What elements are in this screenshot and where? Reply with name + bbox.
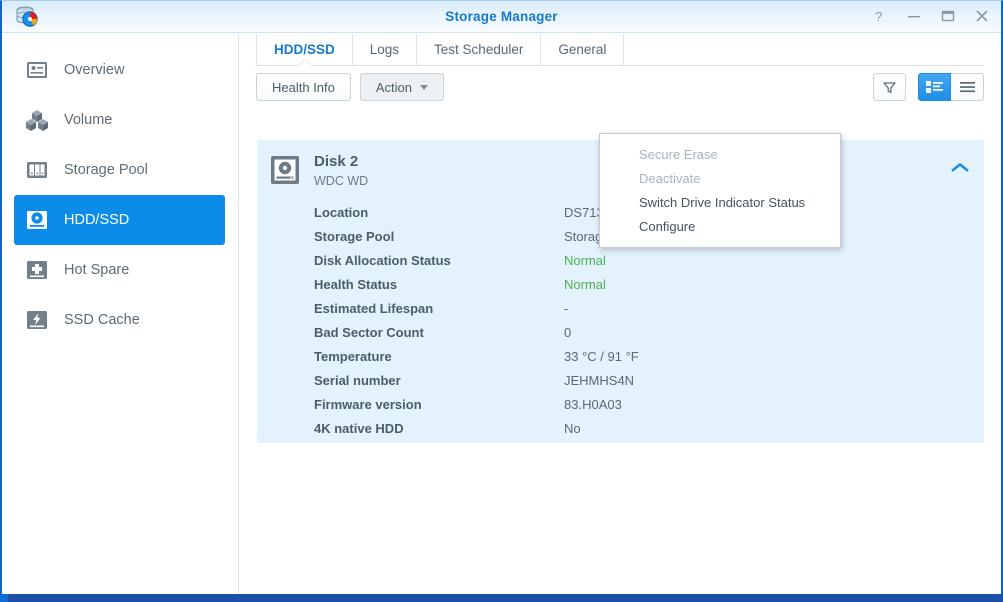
volume-icon (24, 107, 50, 133)
tab-label: Logs (369, 42, 400, 57)
hard-disk-icon (268, 153, 302, 187)
detail-label: Storage Pool (314, 228, 395, 244)
detail-row: Estimated Lifespan - (257, 296, 984, 320)
detail-row: Health Status Normal (257, 272, 984, 296)
detail-row: Temperature 33 °C / 91 °F (257, 344, 984, 368)
detail-value: Normal (564, 252, 606, 268)
action-button-label: Action (375, 79, 413, 95)
sidebar-item-label: Storage Pool (64, 162, 148, 178)
view-toggle-group (918, 73, 984, 101)
sidebar-item-label: Overview (64, 62, 125, 78)
window-titlebar: Storage Manager ? (2, 1, 1001, 33)
detail-label: Bad Sector Count (314, 324, 424, 340)
tab-logs[interactable]: Logs (353, 34, 418, 65)
sidebar: Overview Volume Storage Pool HDD/SSD Hot… (2, 34, 239, 594)
hot-spare-icon (24, 257, 50, 283)
ssd-cache-icon (24, 307, 50, 333)
action-dropdown-menu: Secure Erase Deactivate Switch Drive Ind… (599, 133, 841, 248)
sidebar-item-hot-spare[interactable]: Hot Spare (14, 245, 225, 295)
detail-value: No (564, 420, 581, 436)
detail-value: 0 (564, 324, 572, 340)
sidebar-item-label: Hot Spare (64, 262, 130, 278)
active-tab-pointer (298, 60, 312, 66)
sidebar-item-hdd-ssd[interactable]: HDD/SSD (14, 195, 225, 245)
storage-manager-window: Storage Manager ? Overview Volume Storag… (0, 0, 1003, 594)
window-title: Storage Manager (445, 9, 558, 24)
overview-icon (24, 57, 50, 83)
detail-label: 4K native HDD (314, 420, 404, 436)
menu-item-label: Switch Drive Indicator Status (639, 194, 806, 210)
detail-value: - (564, 300, 569, 316)
tab-label: HDD/SSD (274, 42, 335, 57)
detail-label: Firmware version (314, 396, 422, 412)
sidebar-item-label: SSD Cache (64, 312, 140, 328)
filter-icon[interactable] (873, 73, 906, 101)
sidebar-item-ssd-cache[interactable]: SSD Cache (14, 295, 225, 345)
svg-text:?: ? (875, 9, 882, 24)
detail-view-icon[interactable] (918, 73, 951, 101)
detail-label: Serial number (314, 372, 401, 388)
tab-label: General (558, 42, 607, 57)
menu-item-label: Secure Erase (639, 146, 718, 162)
detail-value: 33 °C / 91 °F (564, 348, 639, 364)
sidebar-item-label: HDD/SSD (64, 212, 130, 228)
window-controls: ? (873, 1, 991, 33)
detail-row: Firmware version 83.H0A03 (257, 392, 984, 416)
menu-item-switch-drive-indicator-status[interactable]: Switch Drive Indicator Status (600, 190, 840, 214)
storage-pool-icon (24, 157, 50, 183)
menu-item-configure[interactable]: Configure (600, 214, 840, 238)
detail-label: Disk Allocation Status (314, 252, 451, 268)
detail-row: 4K native HDD No (257, 416, 984, 440)
tab-test-scheduler[interactable]: Test Scheduler (417, 34, 542, 65)
detail-value: JEHMHS4N (564, 372, 635, 388)
detail-row: Serial number JEHMHS4N (257, 368, 984, 392)
chevron-down-icon (420, 84, 429, 90)
detail-value: 83.H0A03 (564, 396, 622, 412)
action-button[interactable]: Action (359, 73, 445, 101)
detail-label: Location (314, 204, 369, 220)
tab-label: Test Scheduler (434, 42, 524, 57)
maximize-icon[interactable] (941, 9, 957, 25)
menu-item-secure-erase: Secure Erase (600, 142, 840, 166)
close-icon[interactable] (975, 9, 991, 25)
menu-item-label: Deactivate (639, 170, 701, 186)
view-controls (873, 73, 984, 101)
chevron-up-icon[interactable] (950, 161, 970, 179)
tab-bar: HDD/SSD Logs Test Scheduler General (239, 34, 1001, 65)
hdd-ssd-icon (24, 207, 50, 233)
detail-label: Estimated Lifespan (314, 300, 434, 316)
sidebar-item-volume[interactable]: Volume (14, 95, 225, 145)
sidebar-item-label: Volume (64, 112, 113, 128)
content-area: HDD/SSD Logs Test Scheduler General Heal… (239, 34, 1001, 594)
sidebar-item-storage-pool[interactable]: Storage Pool (14, 145, 225, 195)
help-icon[interactable]: ? (873, 9, 889, 25)
health-info-button[interactable]: Health Info (256, 73, 351, 101)
minimize-icon[interactable] (907, 9, 923, 25)
tab-general[interactable]: General (541, 34, 625, 65)
detail-row: Disk Allocation Status Normal (257, 248, 984, 272)
sidebar-item-overview[interactable]: Overview (14, 45, 225, 95)
detail-value: Normal (564, 276, 606, 292)
detail-row: Bad Sector Count 0 (257, 320, 984, 344)
disk-model: WDC WD (314, 174, 369, 188)
detail-label: Temperature (314, 348, 392, 364)
list-view-icon[interactable] (951, 73, 984, 101)
detail-label: Health Status (314, 276, 398, 292)
toolbar: Health Info Action (239, 65, 1001, 106)
menu-item-label: Configure (639, 218, 696, 234)
disk-title: Disk 2 (314, 153, 359, 170)
menu-item-deactivate: Deactivate (600, 166, 840, 190)
